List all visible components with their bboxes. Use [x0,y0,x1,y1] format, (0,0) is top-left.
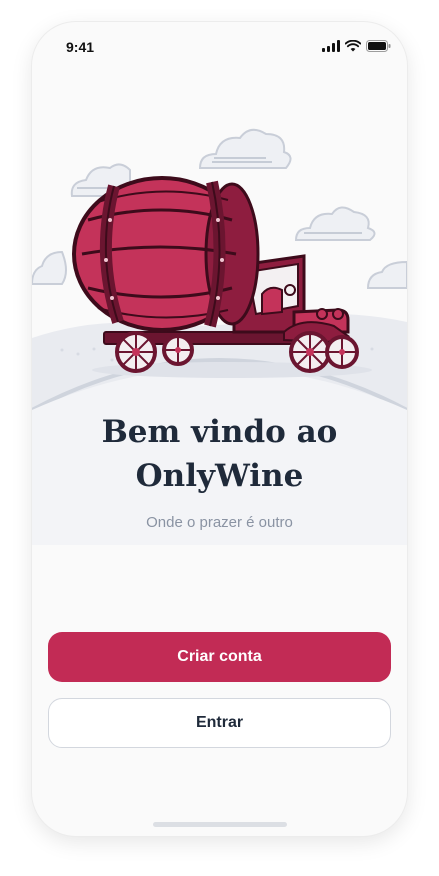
welcome-title: Bem vindo ao OnlyWine [32,410,407,498]
signal-icon [322,40,340,52]
welcome-title-line2: OnlyWine [135,458,304,494]
status-time: 9:41 [66,39,95,55]
phone-screen: 9:41 Bem vindo ao OnlyWine Onde o prazer… [32,22,407,836]
welcome-title-line1: Bem vindo ao [101,414,338,450]
status-bar: 9:41 [32,22,407,70]
status-icons [322,40,391,52]
login-button[interactable]: Entrar [48,698,391,748]
barrel-icon [72,176,260,332]
welcome-subtitle: Onde o prazer é outro [146,514,293,531]
create-account-button[interactable]: Criar conta [48,632,391,682]
wifi-icon [345,40,361,52]
battery-icon [366,40,391,52]
home-indicator [153,822,287,827]
